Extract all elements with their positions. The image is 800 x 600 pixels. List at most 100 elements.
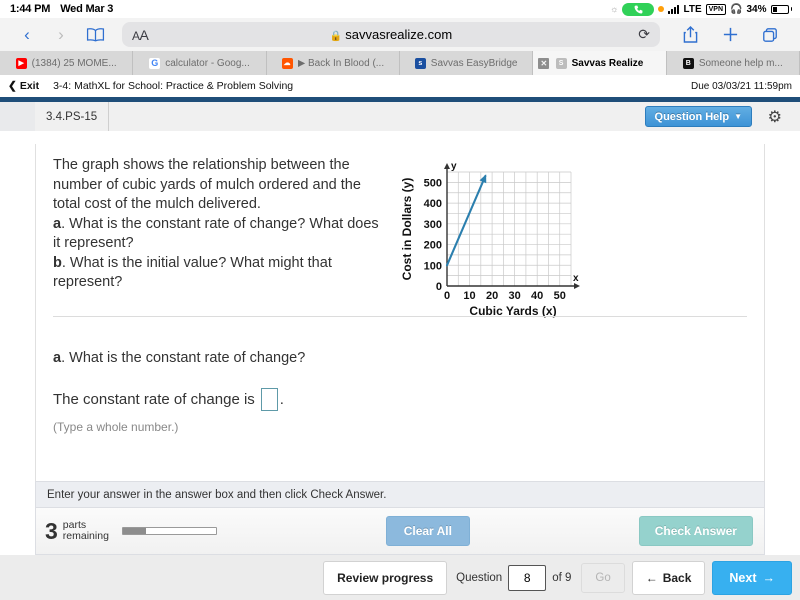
- due-date-label: Due 03/03/21 11:59pm: [690, 80, 792, 92]
- parts-count: 3: [45, 517, 58, 544]
- book-bookmarks-icon[interactable]: [78, 22, 112, 48]
- svg-text:10: 10: [463, 290, 475, 302]
- answer-hint: (Type a whole number.): [53, 420, 179, 434]
- browser-tab-savvas-realize[interactable]: ✕ S Savvas Realize: [533, 51, 667, 75]
- prompt-line-3: total cost of the mulch delivered.: [53, 196, 261, 212]
- question-number-input[interactable]: 8: [508, 564, 547, 591]
- action-bar: 3 parts remaining Clear All Check Answer: [35, 508, 765, 555]
- next-button[interactable]: Next →: [712, 560, 792, 595]
- question-help-button[interactable]: Question Help ▼: [644, 106, 752, 127]
- exit-button[interactable]: ❮ Exit: [8, 80, 39, 92]
- prompt-line-1: The graph shows the relationship between…: [53, 157, 350, 173]
- chevron-down-icon: ▼: [734, 112, 742, 121]
- svg-text:20: 20: [486, 290, 498, 302]
- close-icon[interactable]: ✕: [538, 57, 550, 69]
- lock-icon: 🔒: [329, 31, 343, 42]
- next-label: Next: [729, 570, 757, 585]
- brainly-icon: B: [682, 57, 694, 69]
- address-bar[interactable]: AA 🔒 savvasrealize.com ⟳: [122, 22, 660, 47]
- svg-text:40: 40: [531, 290, 543, 302]
- orange-recording-dot: [658, 6, 665, 12]
- ios-status-bar: 1:44 PM Wed Mar 3 ☼ LTE VPN 🎧 34%: [0, 0, 800, 18]
- clear-all-button[interactable]: Clear All: [385, 516, 470, 546]
- part-b-text: . What is the initial value? What might …: [61, 254, 332, 271]
- browser-tab-brainly[interactable]: B Someone help m...: [666, 51, 800, 75]
- google-icon: G: [149, 57, 161, 69]
- progress-bar: [121, 527, 217, 535]
- gear-icon[interactable]: ⚙: [768, 107, 782, 127]
- soundcloud-icon: ☁: [281, 57, 293, 69]
- svg-text:200: 200: [424, 240, 442, 252]
- check-answer-button[interactable]: Check Answer: [638, 516, 753, 546]
- tab-label: Savvas Realize: [571, 57, 644, 69]
- parts-label-line-2: remaining: [62, 530, 109, 542]
- exit-label: Exit: [19, 80, 40, 92]
- battery-percent-label: 34%: [746, 3, 767, 15]
- feedback-strip: Enter your answer in the answer box and …: [35, 481, 765, 508]
- part-b-letter: b: [53, 254, 62, 271]
- bottom-navigation-bar: Review progress Question 8 of 9 Go ← Bac…: [0, 555, 800, 600]
- svg-text:x: x: [573, 273, 579, 284]
- url-text: savvasrealize.com: [345, 27, 453, 42]
- svg-text:Cost in Dollars (y): Cost in Dollars (y): [400, 178, 414, 281]
- question-body: The graph shows the relationship between…: [36, 144, 764, 328]
- svg-text:100: 100: [424, 260, 442, 272]
- tabs-icon[interactable]: [750, 22, 790, 48]
- question-help-label: Question Help: [654, 110, 730, 123]
- answer-prefix-label: The constant rate of change is: [53, 391, 255, 408]
- browser-tab-savvas-easybridge[interactable]: s Savvas EasyBridge: [399, 51, 534, 75]
- status-date: Wed Mar 3: [60, 3, 114, 15]
- svg-text:0: 0: [444, 290, 450, 302]
- cellular-signal-icon: [668, 4, 680, 14]
- chart-svg: yx01002003004005000 10 20 30 40 50Cubic Yards…: [400, 161, 580, 318]
- feedback-message: Enter your answer in the answer box and …: [47, 488, 387, 501]
- phone-call-icon[interactable]: [622, 2, 655, 16]
- answer-suffix-label: .: [279, 391, 284, 408]
- browser-tab-calculator[interactable]: G calculator - Goog...: [133, 51, 267, 75]
- question-jump-group: Question 8 of 9 Go: [456, 562, 625, 593]
- svg-text:0: 0: [436, 281, 442, 293]
- go-button[interactable]: Go: [581, 562, 625, 593]
- part-a-text: . What is the constant rate of change? W…: [61, 215, 344, 232]
- part-a-question-text: . What is the constant rate of change?: [61, 350, 306, 366]
- svg-text:50: 50: [554, 290, 566, 302]
- arrow-left-icon: ←: [645, 570, 658, 585]
- youtube-icon: ▶: [15, 57, 27, 69]
- tab-label: (1384) 25 MOME...: [31, 57, 117, 69]
- browser-tab-strip: ▶ (1384) 25 MOME... G calculator - Goog.…: [0, 51, 800, 75]
- browser-tab-youtube[interactable]: ▶ (1384) 25 MOME...: [0, 51, 134, 75]
- forward-chevron-icon[interactable]: ›: [44, 22, 78, 48]
- browser-tab-soundcloud[interactable]: ☁ ▶ Back In Blood (...: [266, 51, 400, 75]
- review-progress-button[interactable]: Review progress: [323, 560, 448, 595]
- tab-label: Savvas EasyBridge: [430, 57, 518, 69]
- answer-input[interactable]: [260, 388, 278, 411]
- parts-label-line-1: parts: [62, 518, 87, 531]
- part-a-question: a. What is the constant rate of change?: [53, 350, 764, 366]
- back-chevron-icon[interactable]: ‹: [10, 22, 44, 48]
- svg-text:500: 500: [424, 177, 442, 189]
- question-card: The graph shows the relationship between…: [35, 144, 765, 481]
- mulch-cost-line-chart: y x 0 100 200 300 400 500 0 10 20 30 40 50 Cubic Yards…: [399, 158, 584, 328]
- back-button[interactable]: ← Back: [631, 560, 706, 595]
- vpn-badge: VPN: [705, 3, 727, 15]
- reload-icon[interactable]: ⟳: [638, 26, 650, 43]
- section-divider: [53, 316, 747, 317]
- tab-label: ▶ Back In Blood (...: [297, 57, 385, 69]
- part-a-section: a. What is the constant rate of change? …: [36, 328, 764, 434]
- svg-text:30: 30: [509, 290, 521, 302]
- part-b-text-2: represent?: [53, 274, 123, 290]
- parts-remaining: 3 parts remaining: [45, 517, 217, 544]
- assignment-title: 3-4: MathXL for School: Practice & Probl…: [53, 80, 294, 92]
- app-header: ❮ Exit 3-4: MathXL for School: Practice …: [0, 75, 800, 97]
- svg-text:300: 300: [424, 219, 442, 231]
- part-a-question-letter: a: [53, 350, 62, 366]
- chevron-left-icon: ❮: [8, 80, 17, 92]
- share-icon[interactable]: [670, 22, 710, 48]
- savvas-realize-icon: S: [555, 57, 567, 69]
- plus-icon[interactable]: [710, 22, 750, 48]
- question-id-tab: 3.4.PS-15: [35, 102, 110, 131]
- svg-text:400: 400: [424, 198, 442, 210]
- prompt-line-2: number of cubic yards of mulch ordered a…: [53, 176, 361, 193]
- arrow-right-icon: →: [762, 570, 776, 585]
- parts-label: parts remaining: [62, 518, 109, 543]
